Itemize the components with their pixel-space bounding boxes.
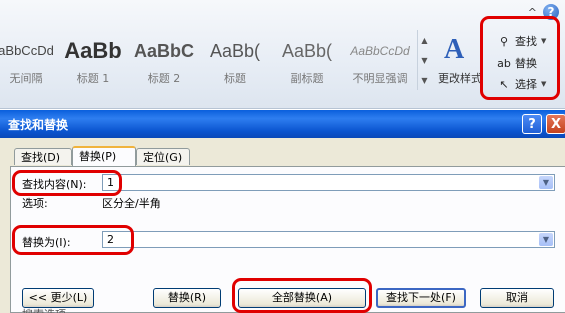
tab-goto[interactable]: 定位(G) [136,148,190,165]
tab-replace[interactable]: 替换(P) [72,146,136,166]
chevron-down-icon[interactable]: ▼ [539,176,553,189]
chevron-down-icon[interactable]: ▼ [539,233,553,246]
find-what-input[interactable]: 1 ▼ [102,174,555,191]
dialog-close-button[interactable]: X [546,114,565,134]
options-value: 区分全/半角 [102,197,161,210]
find-next-button[interactable]: 查找下一处(F) [376,288,466,308]
highlight-replace-all [232,278,372,313]
change-styles-button[interactable]: A 更改样式 [436,30,484,100]
style-heading-1[interactable]: AaBb 标题 1 [58,28,128,90]
change-styles-icon: A [444,34,465,65]
style-subtitle[interactable]: AaBb( 副标题 [272,28,342,90]
gallery-scroll[interactable]: ▲ ▼ ▼ [417,30,431,90]
style-no-spacing[interactable]: aBbCcDd 无间隔 [0,28,58,90]
style-heading-2[interactable]: AaBbC 标题 2 [128,28,200,90]
gallery-more-icon[interactable]: ▼ [421,76,427,85]
options-label: 选项: [22,197,48,210]
replace-button[interactable]: 替换(R) [153,288,221,308]
dialog-title: 查找和替换 [8,118,69,132]
less-button[interactable]: << 更少(L) [22,288,94,308]
tab-find[interactable]: 查找(D) [14,148,72,165]
highlight-find-what [12,170,122,196]
style-subtle-emphasis[interactable]: AaBbCcDd 不明显强调 [344,28,416,90]
quick-styles-gallery: aBbCcDd 无间隔 AaBb 标题 1 AaBbC 标题 2 AaBb( 标… [0,28,432,90]
scroll-up-icon[interactable]: ▲ [421,36,427,45]
scroll-down-icon[interactable]: ▼ [421,56,427,65]
highlight-editing-group [480,16,560,100]
dialog-titlebar[interactable]: 查找和替换 ? X [0,110,565,138]
style-title[interactable]: AaBb( 标题 [200,28,270,90]
replace-with-input[interactable]: 2 ▼ [102,231,555,248]
highlight-replace-with [12,225,134,255]
cancel-button[interactable]: 取消 [480,288,554,308]
dialog-help-button[interactable]: ? [522,114,542,134]
search-options-heading: 搜索选项 [22,306,66,313]
